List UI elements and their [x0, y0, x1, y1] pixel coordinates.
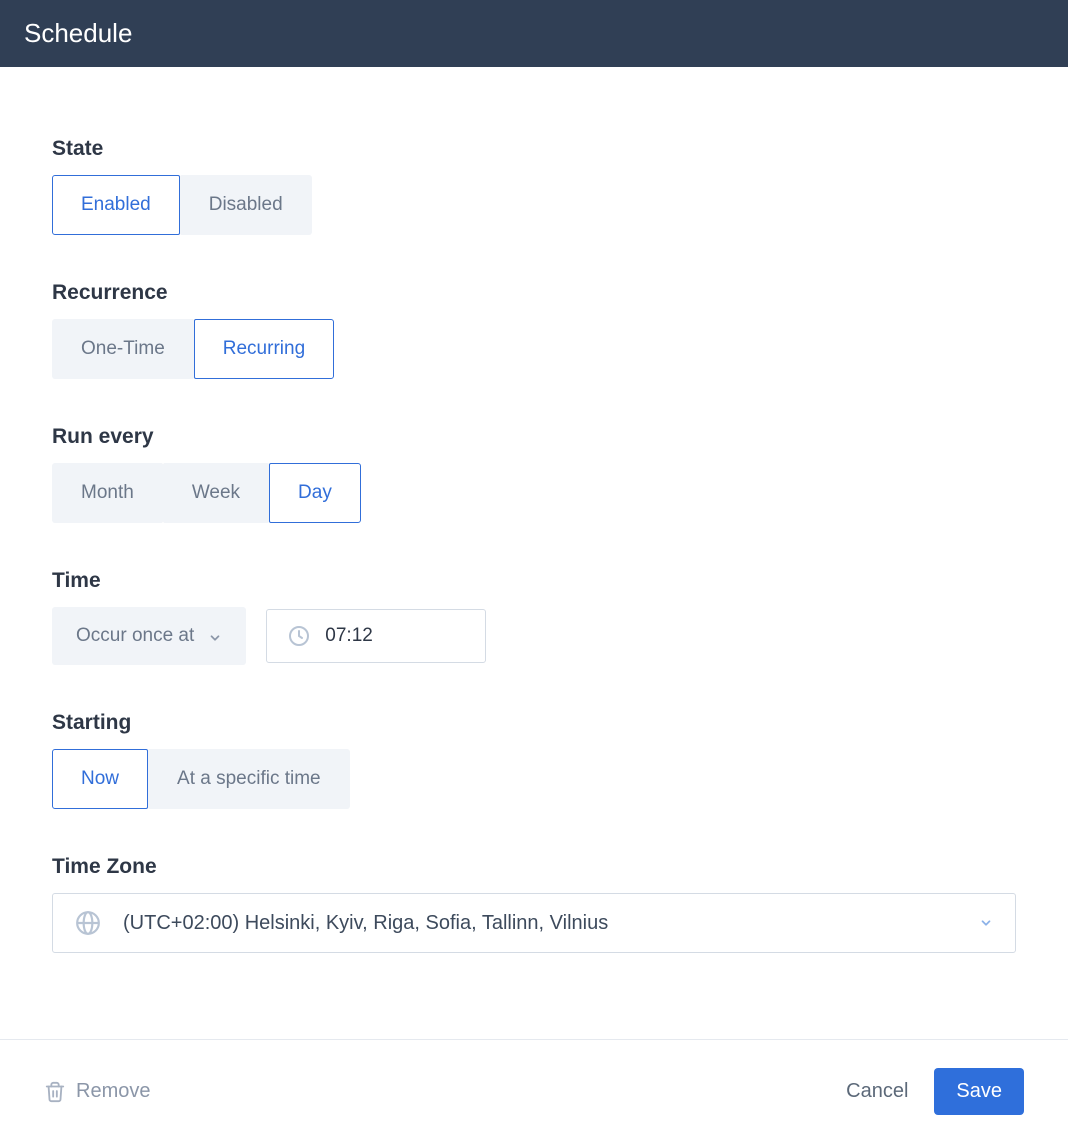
time-label: Time: [52, 569, 1016, 593]
time-section: Time Occur once at 07:12: [52, 569, 1016, 665]
run-every-option-month[interactable]: Month: [52, 463, 163, 523]
globe-icon: [75, 910, 101, 936]
run-every-option-week[interactable]: Week: [163, 463, 269, 523]
modal-footer: Remove Cancel Save: [0, 1039, 1068, 1143]
time-input[interactable]: 07:12: [266, 609, 486, 663]
run-every-label: Run every: [52, 425, 1016, 449]
starting-label: Starting: [52, 711, 1016, 735]
state-option-enabled[interactable]: Enabled: [52, 175, 180, 235]
recurrence-toggle-group: One-Time Recurring: [52, 319, 1016, 379]
timezone-label: Time Zone: [52, 855, 1016, 879]
starting-option-now[interactable]: Now: [52, 749, 148, 809]
starting-option-specific[interactable]: At a specific time: [148, 749, 350, 809]
state-option-disabled[interactable]: Disabled: [180, 175, 312, 235]
recurrence-section: Recurrence One-Time Recurring: [52, 281, 1016, 379]
modal-title: Schedule: [24, 18, 132, 49]
state-toggle-group: Enabled Disabled: [52, 175, 1016, 235]
run-every-toggle-group: Month Week Day: [52, 463, 1016, 523]
save-button[interactable]: Save: [934, 1068, 1024, 1115]
timezone-section: Time Zone (UTC+02:00) Helsinki, Kyiv, Ri…: [52, 855, 1016, 953]
recurrence-label: Recurrence: [52, 281, 1016, 305]
remove-label: Remove: [76, 1080, 150, 1103]
modal-content: State Enabled Disabled Recurrence One-Ti…: [0, 67, 1068, 1039]
time-occur-dropdown[interactable]: Occur once at: [52, 607, 246, 665]
chevron-down-icon: [208, 629, 222, 643]
recurrence-option-onetime[interactable]: One-Time: [52, 319, 194, 379]
remove-button[interactable]: Remove: [44, 1080, 150, 1103]
run-every-option-day[interactable]: Day: [269, 463, 361, 523]
starting-section: Starting Now At a specific time: [52, 711, 1016, 809]
footer-actions: Cancel Save: [846, 1068, 1024, 1115]
modal-header: Schedule: [0, 0, 1068, 67]
chevron-down-icon: [979, 916, 993, 930]
time-occur-label: Occur once at: [76, 625, 194, 647]
timezone-value: (UTC+02:00) Helsinki, Kyiv, Riga, Sofia,…: [123, 912, 957, 935]
timezone-select[interactable]: (UTC+02:00) Helsinki, Kyiv, Riga, Sofia,…: [52, 893, 1016, 953]
clock-icon: [287, 624, 311, 648]
cancel-button[interactable]: Cancel: [846, 1080, 908, 1103]
state-section: State Enabled Disabled: [52, 137, 1016, 235]
recurrence-option-recurring[interactable]: Recurring: [194, 319, 334, 379]
starting-toggle-group: Now At a specific time: [52, 749, 1016, 809]
run-every-section: Run every Month Week Day: [52, 425, 1016, 523]
trash-icon: [44, 1081, 66, 1103]
time-value: 07:12: [325, 625, 373, 647]
state-label: State: [52, 137, 1016, 161]
